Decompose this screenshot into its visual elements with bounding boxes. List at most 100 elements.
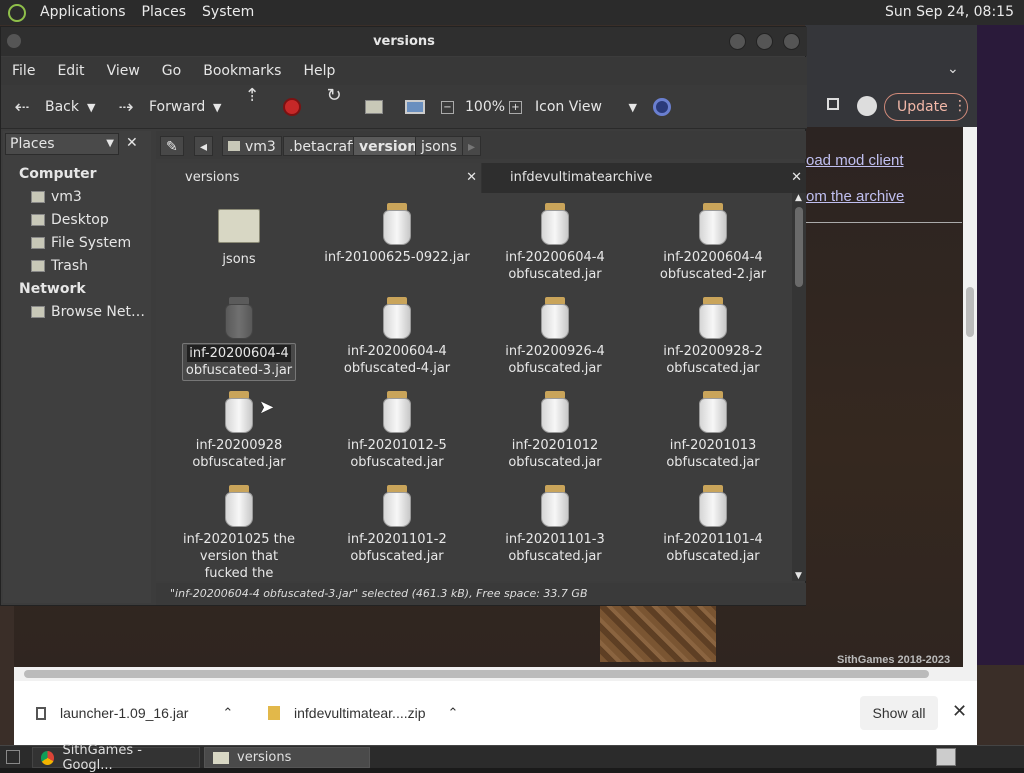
browser-horizontal-scrollbar[interactable]	[14, 667, 977, 681]
file-item[interactable]: inf-20201101-2 obfuscated.jar	[322, 485, 472, 565]
file-item[interactable]: inf-20201012-5 obfuscated.jar	[322, 391, 472, 471]
sidebar-item-desktop[interactable]: Desktop	[31, 212, 109, 228]
back-button[interactable]: ⇠ Back	[11, 85, 79, 129]
applications-menu[interactable]: Applications	[32, 0, 134, 25]
sidebar-section-network: Network	[19, 281, 86, 297]
chevron-up-icon[interactable]: ⌃	[448, 705, 459, 721]
edit-location-icon[interactable]: ✎	[160, 136, 184, 156]
title-bar[interactable]: versions	[1, 27, 807, 56]
taskbar-item-versions[interactable]: versions	[204, 747, 370, 768]
file-name: inf-20201012 obfuscated.jar	[508, 438, 602, 470]
file-item[interactable]: inf-20100625-0922.jar	[322, 203, 472, 266]
download-item[interactable]: infdevultimatear....zip ⌃	[268, 681, 458, 745]
file-item[interactable]: inf-20200928-2 obfuscated.jar	[638, 297, 788, 377]
menu-file[interactable]: File	[1, 63, 46, 79]
network-icon	[31, 306, 45, 318]
places-menu[interactable]: Places	[134, 0, 195, 25]
scrollbar-thumb[interactable]	[795, 207, 803, 287]
close-icon[interactable]: ✕	[952, 701, 967, 722]
scroll-down-icon[interactable]: ▼	[795, 571, 802, 581]
browser-vertical-scrollbar[interactable]	[963, 127, 977, 667]
breadcrumb-jsons[interactable]: jsons	[415, 136, 463, 156]
file-name: inf-20201101-2 obfuscated.jar	[347, 532, 447, 564]
menu-edit[interactable]: Edit	[46, 63, 95, 79]
file-item[interactable]: inf-20200928 obfuscated.jar	[164, 391, 314, 471]
menu-view[interactable]: View	[96, 63, 151, 79]
desktop-icon	[31, 214, 45, 226]
file-item-folder[interactable]: jsons	[164, 207, 314, 268]
chevron-down-icon[interactable]: ⌄	[947, 61, 959, 77]
breadcrumb-vm3[interactable]: vm3	[222, 136, 282, 156]
reload-icon[interactable]: ↻	[323, 85, 345, 129]
file-item-selected[interactable]: inf-20200604-4 obfuscated-3.jar	[164, 297, 314, 381]
chevron-up-icon[interactable]: ⌃	[222, 705, 233, 721]
taskbar: SithGames - Googl... versions	[0, 743, 1024, 773]
jar-file-icon	[224, 297, 254, 339]
forward-button[interactable]: ⇢ Forward	[115, 85, 205, 129]
show-desktop-icon[interactable]	[6, 750, 20, 764]
folder-icon	[213, 751, 229, 764]
search-icon[interactable]	[653, 85, 671, 129]
sidebar-item-browse-network[interactable]: Browse Net…	[31, 304, 145, 320]
workspace-switcher[interactable]	[936, 748, 956, 766]
file-item[interactable]: inf-20201012 obfuscated.jar	[480, 391, 630, 471]
file-item[interactable]: inf-20200604-4 obfuscated-2.jar	[638, 203, 788, 283]
archive-link[interactable]: om the archive	[806, 188, 904, 205]
download-item[interactable]: launcher-1.09_16.jar ⌃	[36, 681, 233, 745]
menu-go[interactable]: Go	[151, 63, 192, 79]
file-item[interactable]: inf-20201101-3 obfuscated.jar	[480, 485, 630, 565]
forward-history-dropdown[interactable]: ▼	[213, 85, 221, 129]
dirt-block-image	[600, 604, 716, 662]
view-mode-select[interactable]: Icon View ▼	[535, 85, 639, 129]
jar-file-icon	[382, 297, 412, 339]
jar-file-icon	[382, 391, 412, 433]
close-tab-icon[interactable]: ✕	[791, 163, 802, 193]
file-item[interactable]: inf-20200604-4 obfuscated.jar	[480, 203, 630, 283]
maximize-button[interactable]	[756, 33, 773, 50]
minimize-button[interactable]	[729, 33, 746, 50]
show-all-button[interactable]: Show all	[860, 696, 938, 730]
file-item[interactable]: inf-20200926-4 obfuscated.jar	[480, 297, 630, 377]
reading-list-icon[interactable]	[827, 98, 839, 110]
tab-infdevultimatearchive[interactable]: infdevultimatearchive ✕	[482, 163, 806, 193]
sidebar-item-vm3[interactable]: vm3	[31, 189, 82, 205]
sidebar-item-file-system[interactable]: File System	[31, 235, 131, 251]
close-sidebar-icon[interactable]: ✕	[126, 135, 138, 151]
menu-help[interactable]: Help	[292, 63, 346, 79]
sidebar-item-trash[interactable]: Trash	[31, 258, 88, 274]
jar-file-icon	[698, 203, 728, 245]
file-item[interactable]: inf-20200604-4 obfuscated-4.jar	[322, 297, 472, 377]
clock[interactable]: Sun Sep 24, 08:15	[885, 0, 1014, 25]
download-mod-client-link[interactable]: oad mod client	[806, 152, 904, 169]
taskbar-item-browser[interactable]: SithGames - Googl...	[32, 743, 200, 773]
close-tab-icon[interactable]: ✕	[466, 163, 477, 193]
home-icon[interactable]	[365, 85, 383, 129]
menu-bookmarks[interactable]: Bookmarks	[192, 63, 292, 79]
path-scroll-right-icon[interactable]: ▸	[462, 136, 482, 156]
file-item[interactable]: inf-20201013 obfuscated.jar	[638, 391, 788, 471]
downloads-bar: launcher-1.09_16.jar ⌃ infdevultimatear.…	[14, 681, 977, 745]
file-view-scrollbar[interactable]: ▲ ▼	[792, 193, 806, 581]
distro-logo-icon[interactable]	[8, 3, 26, 22]
path-scroll-left-icon[interactable]: ◂	[194, 136, 214, 156]
avatar[interactable]	[857, 96, 877, 116]
file-icon-view: jsons inf-20100625-0922.jar inf-20200604…	[156, 193, 792, 581]
file-item[interactable]: inf-20201101-4 obfuscated.jar	[638, 485, 788, 565]
system-menu[interactable]: System	[194, 0, 262, 25]
zoom-in-icon[interactable]: +	[509, 85, 522, 129]
zoom-out-icon[interactable]: −	[441, 85, 454, 129]
tab-versions[interactable]: versions ✕	[156, 163, 481, 193]
more-icon[interactable]: ⋮	[953, 98, 967, 114]
stop-icon[interactable]	[283, 85, 301, 129]
sidebar-type-select[interactable]: Places ▼	[5, 133, 119, 155]
window-menu-icon[interactable]	[7, 34, 21, 48]
close-button[interactable]	[783, 33, 800, 50]
scroll-up-icon[interactable]: ▲	[795, 193, 802, 203]
back-label: Back	[45, 99, 79, 115]
file-item[interactable]: inf-20201025 the version that fucked the…	[164, 485, 314, 581]
computer-icon[interactable]	[405, 85, 425, 129]
back-history-dropdown[interactable]: ▼	[87, 85, 95, 129]
up-arrow-icon[interactable]: ⇡	[241, 85, 263, 129]
breadcrumb-betacraft[interactable]: .betacraft	[283, 136, 364, 156]
sidebar-item-label: Desktop	[51, 212, 109, 228]
